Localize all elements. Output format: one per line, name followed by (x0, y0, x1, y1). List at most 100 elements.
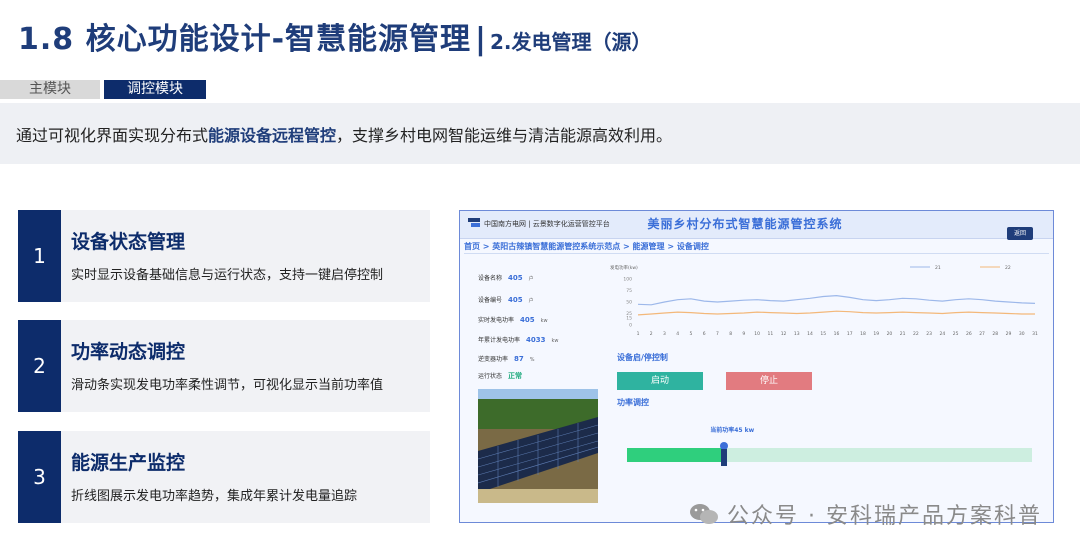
system-title: 美丽乡村分布式智慧能源管控系统 (647, 217, 843, 231)
y-tick-label: 0 (629, 323, 632, 329)
y-tick-label: 100 (623, 277, 632, 283)
x-tick-label: 26 (966, 331, 972, 337)
banner-text-before: 通过可视化界面实现分布式 (16, 125, 209, 145)
x-tick-label: 10 (754, 331, 760, 337)
x-tick-label: 6 (703, 331, 706, 337)
y-tick-label: 75 (626, 288, 632, 294)
y-tick-label: 25 (626, 311, 632, 317)
control-section-title: 设备启/停控制 (617, 353, 668, 362)
power-label: 当前功率 (710, 427, 735, 434)
info-value: 405 (520, 316, 535, 324)
info-annual-power: 年累计发电功率 4033 kw (478, 335, 559, 344)
x-tick-label: 20 (887, 331, 893, 337)
legend-label: 21 (935, 265, 941, 271)
info-unit: kw (551, 338, 559, 344)
info-unit: 户 (528, 298, 534, 304)
x-tick-label: 2 (650, 331, 653, 337)
x-tick-label: 23 (926, 331, 932, 337)
info-device-name: 设备名称 405 户 (478, 273, 534, 282)
title-main: 1.8 核心功能设计-智慧能源管理 (18, 22, 472, 57)
series-line-22 (637, 310, 1035, 316)
x-tick-label: 25 (953, 331, 959, 337)
info-label: 逆变器功率 (478, 356, 509, 363)
feature-title: 功率动态调控 (71, 341, 186, 363)
x-tick-label: 30 (1019, 331, 1025, 337)
divider (464, 253, 1049, 254)
status-value: 正常 (508, 372, 523, 380)
tab-main-module[interactable]: 主模块 (0, 80, 100, 99)
start-button[interactable]: 启动 (617, 372, 703, 390)
info-inverter-power: 逆变器功率 87 % (478, 354, 535, 363)
module-tabs: 主模块 调控模块 (0, 80, 206, 99)
solar-panel-photo (478, 389, 598, 503)
power-value: 45 (734, 427, 743, 434)
page-title: 1.8 核心功能设计-智慧能源管理 | 2.发电管理（源） (18, 14, 652, 64)
x-tick-label: 19 (873, 331, 879, 337)
feature-desc: 滑动条实现发电功率柔性调节，可视化显示当前功率值 (71, 378, 384, 393)
feature-card-power-control: 2 功率动态调控 滑动条实现发电功率柔性调节，可视化显示当前功率值 (18, 320, 430, 412)
tab-control-module[interactable]: 调控模块 (104, 80, 206, 99)
x-tick-label: 5 (689, 331, 692, 337)
feature-desc: 实时显示设备基础信息与运行状态，支持一键启停控制 (71, 268, 384, 283)
x-tick-label: 3 (663, 331, 666, 337)
x-tick-label: 29 (1006, 331, 1012, 337)
org-name: 中国南方电网 | 云景数字化运营管控平台 (484, 220, 610, 228)
info-label: 运行状态 (478, 373, 503, 380)
feature-title: 设备状态管理 (71, 231, 186, 253)
feature-number: 3 (18, 431, 61, 523)
power-section-title: 功率调控 (617, 398, 649, 407)
slider-handle-icon[interactable] (718, 441, 730, 467)
summary-banner: 通过可视化界面实现分布式 能源设备远程管控 ，支撑乡村电网智能运维与清洁能源高效利用… (0, 103, 1080, 164)
feature-card-energy-monitor: 3 能源生产监控 折线图展示发电功率趋势，集成年累计发电量追踪 (18, 431, 430, 523)
info-label: 实时发电功率 (478, 317, 515, 324)
x-tick-label: 17 (847, 331, 853, 337)
x-tick-label: 28 (992, 331, 998, 337)
y-axis-label: 发电功率(kw) (610, 264, 638, 271)
stop-button[interactable]: 停止 (726, 372, 812, 390)
x-tick-label: 13 (794, 331, 800, 337)
feature-number: 1 (18, 210, 61, 302)
title-sub: 2.发电管理（源） (490, 30, 652, 54)
info-value: 87 (514, 355, 524, 363)
banner-text-after: ，支撑乡村电网智能运维与清洁能源高效利用。 (336, 125, 673, 145)
info-realtime-power: 实时发电功率 405 kw (478, 315, 548, 324)
info-run-status: 运行状态 正常 (478, 371, 522, 381)
info-label: 设备名称 (478, 275, 503, 282)
grid-logo-icon (468, 218, 480, 227)
x-tick-label: 11 (767, 331, 773, 337)
feature-desc: 折线图展示发电功率趋势，集成年累计发电量追踪 (71, 489, 358, 504)
x-tick-label: 7 (716, 331, 719, 337)
power-readout: 当前功率45 kw (710, 425, 754, 434)
info-label: 设备编号 (478, 297, 503, 304)
y-tick-label: 50 (626, 300, 632, 306)
x-tick-label: 15 (820, 331, 826, 337)
title-separator: | (475, 22, 487, 57)
info-device-id: 设备编号 405 户 (478, 295, 534, 304)
x-tick-label: 18 (860, 331, 866, 337)
x-tick-label: 1 (637, 331, 640, 337)
power-slider-fill (627, 448, 725, 462)
power-slider-track[interactable] (627, 448, 1032, 462)
x-tick-label: 12 (781, 331, 787, 337)
info-value: 405 (508, 296, 523, 304)
breadcrumb: 首页 > 英阳古辣镇智慧能源管控系统示范点 > 能源管理 > 设备调控 (464, 242, 709, 251)
info-value: 405 (508, 274, 523, 282)
info-label: 年累计发电功率 (478, 337, 521, 344)
series-line-21 (637, 294, 1036, 306)
info-unit: 户 (528, 276, 534, 282)
banner-highlight: 能源设备远程管控 (208, 125, 337, 145)
watermark-text: 公众号 · 安科瑞产品方案科普 (727, 504, 1042, 529)
x-tick-label: 27 (979, 331, 985, 337)
app-header: 中国南方电网 | 云景数字化运营管控平台 美丽乡村分布式智慧能源管控系统 (460, 211, 1053, 239)
back-button[interactable]: 返回 (1007, 227, 1033, 240)
legend-label: 22 (1005, 265, 1011, 271)
x-tick-label: 24 (939, 331, 945, 337)
x-tick-label: 4 (676, 331, 679, 337)
info-unit: kw (540, 318, 548, 324)
app-screenshot: 中国南方电网 | 云景数字化运营管控平台 美丽乡村分布式智慧能源管控系统 返回 … (459, 210, 1054, 523)
power-trend-chart: 发电功率(kw)0152550751001 2 3 4 5 6 7 8 9 10 11 12 13 14 1… (610, 264, 1038, 337)
info-value: 4033 (526, 336, 546, 344)
x-tick-label: 14 (807, 331, 813, 337)
feature-number: 2 (18, 320, 61, 412)
x-tick-label: 8 (729, 331, 732, 337)
